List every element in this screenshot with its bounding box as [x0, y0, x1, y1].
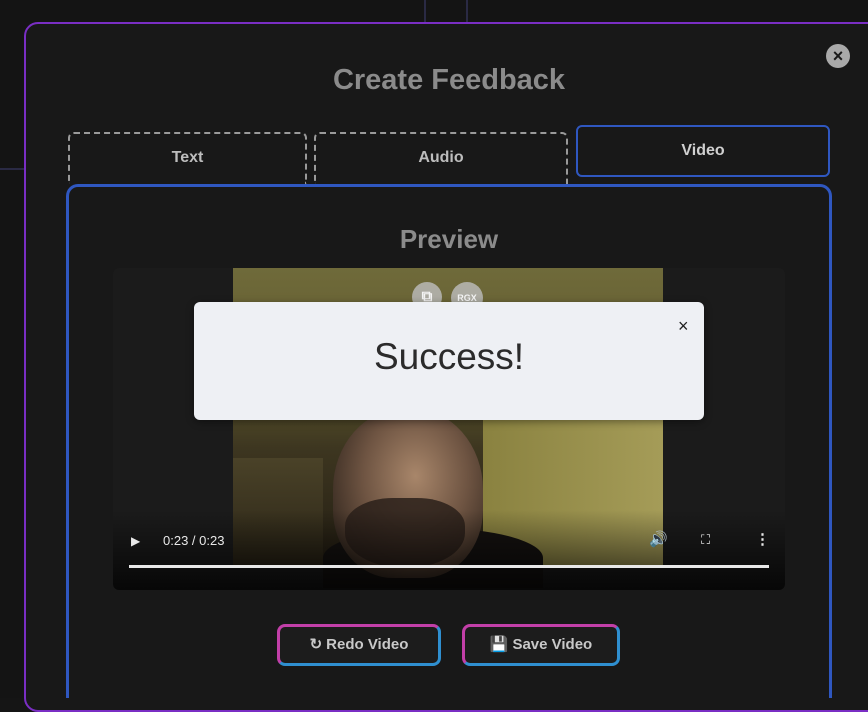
controls-overlay	[113, 510, 785, 590]
save-video-label: Save Video	[512, 636, 593, 653]
preview-title: Preview	[399, 224, 499, 254]
volume-icon[interactable]: 🔊	[649, 530, 668, 548]
more-options-icon[interactable]: ⋮	[755, 530, 770, 548]
save-video-button[interactable]: 💾 Save Video	[462, 624, 620, 666]
background-divider	[0, 168, 24, 170]
modal-title: Create Feedback	[332, 64, 566, 96]
redo-icon: ↻	[309, 636, 323, 653]
background-divider	[466, 0, 468, 24]
toast-close-icon[interactable]: ×	[678, 316, 689, 337]
fullscreen-icon[interactable]: ⛶	[701, 532, 710, 548]
success-toast: Success! ×	[194, 302, 704, 420]
redo-video-label: Redo Video	[326, 636, 409, 653]
tab-text[interactable]: Text	[68, 132, 307, 184]
play-icon[interactable]: ▶	[131, 534, 140, 548]
background-divider	[424, 0, 426, 24]
tab-video[interactable]: Video	[576, 125, 830, 177]
tab-audio[interactable]: Audio	[314, 132, 568, 184]
toast-message: Success!	[373, 336, 525, 377]
progress-bar[interactable]	[129, 565, 769, 568]
save-icon: 💾	[489, 636, 509, 653]
redo-video-button[interactable]: ↻ Redo Video	[277, 624, 441, 666]
progress-fill	[129, 565, 769, 568]
time-display: 0:23 / 0:23	[163, 533, 225, 548]
